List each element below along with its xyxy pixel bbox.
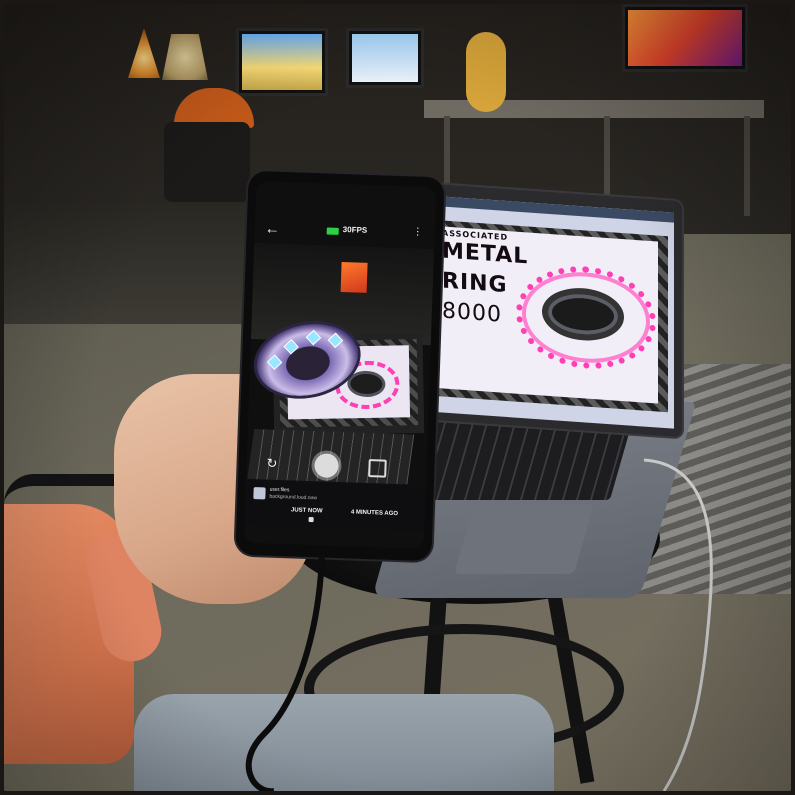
photo-frame: ASSOCIATED METAL RING 8000 ← 30FPS ⋮ ↻ u… bbox=[4, 4, 791, 791]
cables bbox=[245, 458, 713, 791]
charging-cable bbox=[643, 458, 713, 791]
usb-cable bbox=[245, 553, 325, 791]
